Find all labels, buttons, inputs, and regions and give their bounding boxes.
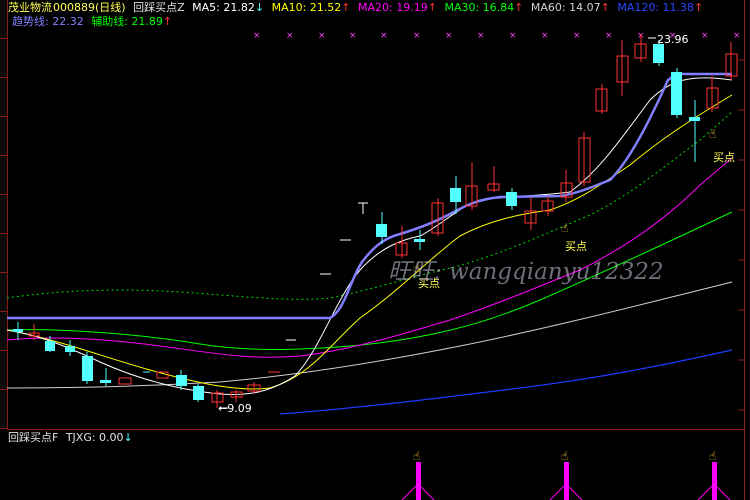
candlesticks [13,34,738,408]
formula-name[interactable]: 回踩买点Z [133,1,185,14]
svg-text:×: × [318,31,326,41]
arrow-up-icon: ↑ [427,1,437,14]
candle [689,117,700,121]
arrow-up-icon: ↑ [162,15,173,28]
ma20-line [6,157,733,358]
svg-text:×: × [605,31,613,41]
ma5-line [6,77,733,395]
svg-text:×: × [573,31,581,41]
candle [118,377,132,385]
ma120-value: MA120: 11.38 [617,1,695,14]
stock-code: 000889 [53,1,95,14]
ma120-line [279,349,733,415]
candle [450,188,461,202]
svg-text:×: × [509,31,517,41]
svg-text:×: × [701,31,709,41]
ma5-value: MA5: 21.82 [192,1,255,14]
candle [13,329,23,332]
svg-text:×: × [445,31,453,41]
arrow-up-icon: ↑ [694,1,704,14]
indicator-name[interactable]: 回踩买点F [8,431,58,444]
stock-name[interactable]: 茂业物流 [8,1,52,14]
candle [671,72,682,115]
pointing-hand-icon: ☝ [709,127,717,141]
stock-chart-window: ××× ××× ××× ××× ××× × [0,0,750,500]
low-price-value: 9.09 [227,402,252,415]
pointing-hand-icon: ☝ [413,261,421,275]
indicator-header: 回踩买点F TJXG: 0.00↓ [8,431,137,444]
candle [82,356,93,381]
ma10-value: MA10: 21.52 [271,1,342,14]
high-price-label: 23.96 [657,33,689,46]
svg-text:×: × [349,31,357,41]
ma10-line [6,94,733,390]
indicator-value: TJXG: 0.00 [65,431,124,444]
candle [176,375,187,386]
arrow-down-icon: ↓ [123,431,133,444]
candle [65,346,75,352]
period: (日线) [95,1,126,14]
indicator-bars [401,462,731,500]
candle [193,386,204,400]
arrow-left-icon: ← [218,402,228,415]
svg-text:×: × [477,31,485,41]
price-chart[interactable]: ××× ××× ××× ××× ××× × [0,0,750,500]
svg-text:×: × [541,31,549,41]
candle [45,341,55,351]
ma60-value: MA60: 14.07 [530,1,601,14]
price-axis-ticks [738,59,744,411]
candle [376,224,387,237]
pointing-hand-icon: ☝ [561,449,569,463]
arrow-up-icon: ↑ [514,1,524,14]
pointing-hand-icon: ☝ [413,449,421,463]
candle [506,192,517,206]
header-line-2: 趋势线: 22.32 辅助线: 21.89↑ [12,15,176,28]
svg-text:×: × [413,31,421,41]
svg-text:×: × [286,31,294,41]
candle [100,380,111,383]
buy-point-label: 买点 [418,277,440,290]
trend-line-value: 趋势线: 22.32 [12,15,84,28]
candle [414,239,425,242]
ma20-value: MA20: 19.19 [358,1,428,14]
header-line-1: 茂业物流000889(日线) 回踩买点Z MA5: 21.82↓ MA10: 2… [8,1,707,14]
svg-text:×: × [253,31,261,41]
svg-text:×: × [733,31,741,41]
buy-point-label: 买点 [713,151,735,164]
buy-point-label: 买点 [565,240,587,253]
pointing-hand-icon: ☝ [709,449,717,463]
aux-line [6,111,733,300]
ma30-line [6,211,733,350]
candle [653,44,664,63]
ma30-value: MA30: 16.84 [444,1,515,14]
svg-text:×: × [380,31,388,41]
low-price-label: ←9.09 [218,402,252,415]
pointing-hand-icon: ☝ [561,221,569,235]
aux-line-value: 辅助线: 21.89 [91,15,163,28]
arrow-down-icon: ↓ [254,1,265,14]
arrow-up-icon: ↑ [341,1,351,14]
arrow-up-icon: ↑ [600,1,610,14]
